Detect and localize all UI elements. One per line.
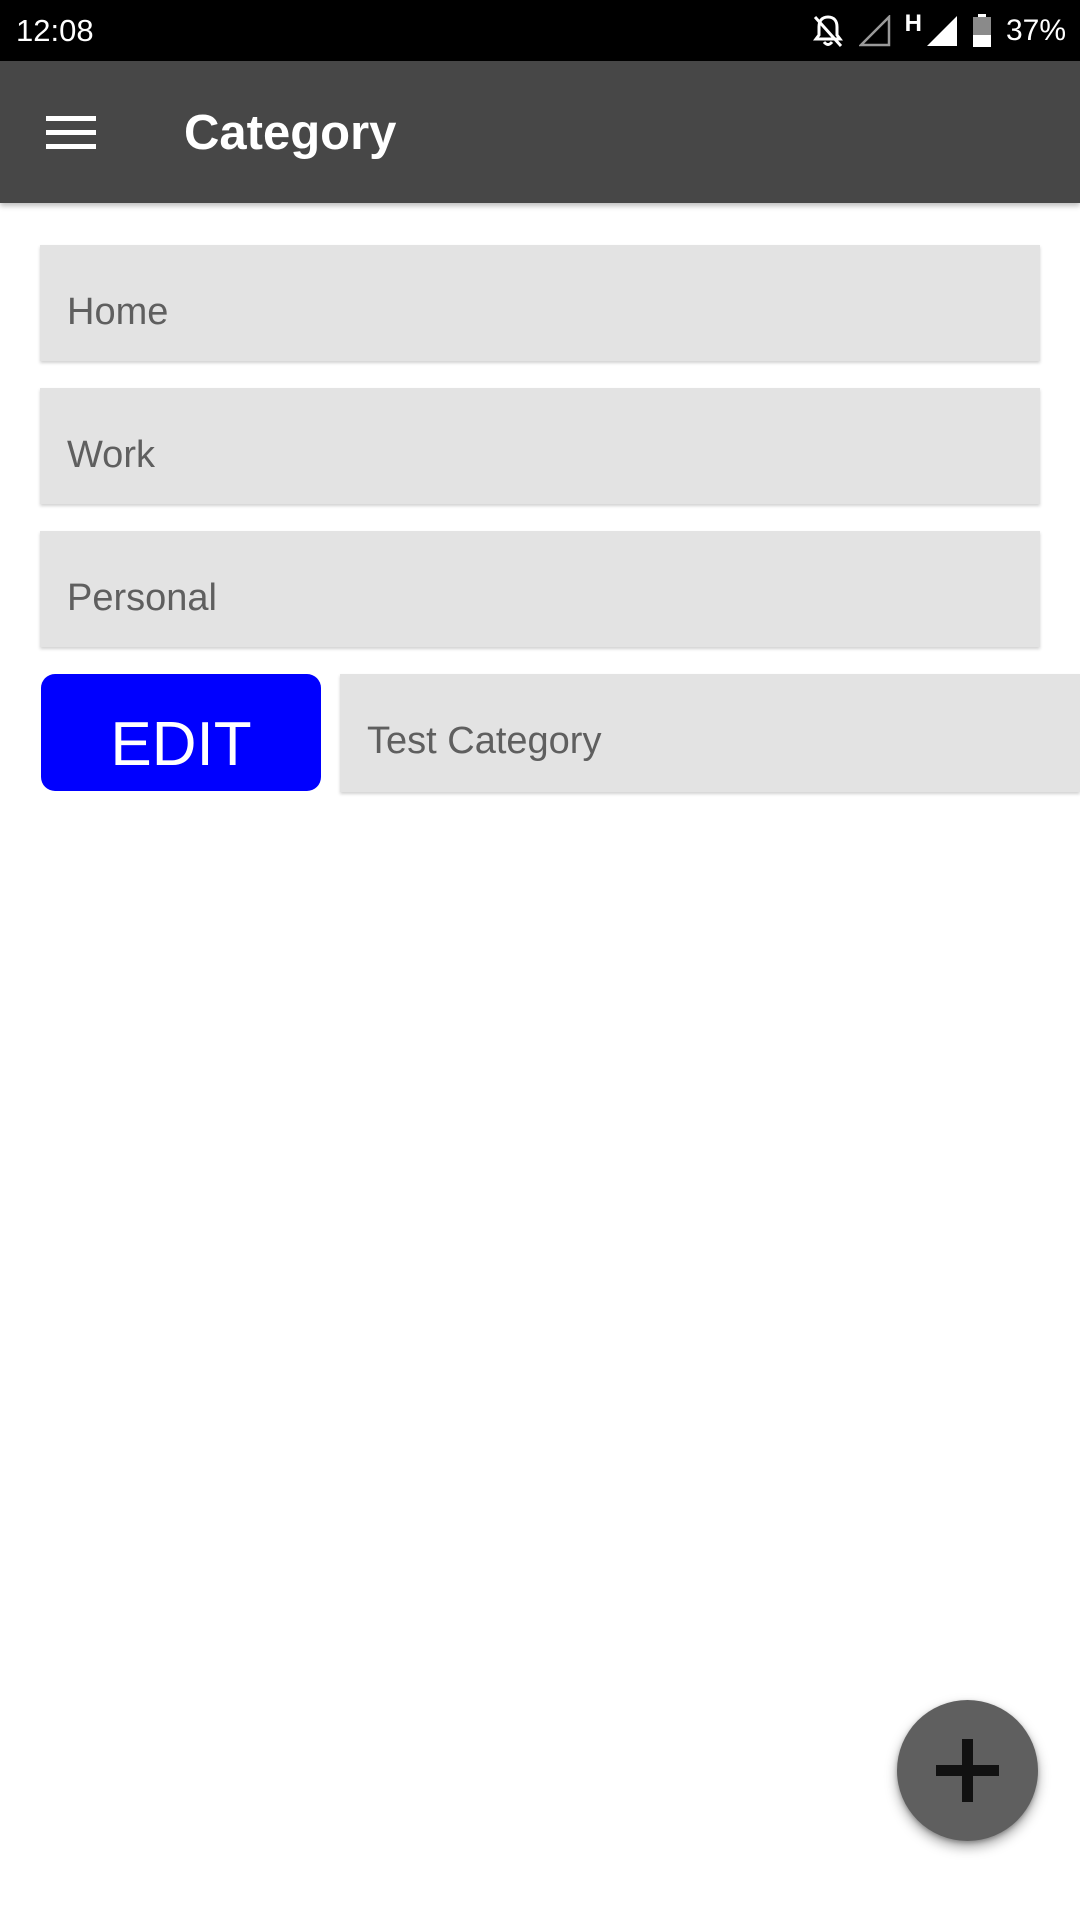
category-name-input[interactable]: [367, 674, 1067, 792]
edit-button[interactable]: EDIT: [41, 674, 321, 791]
battery-icon: [972, 14, 992, 48]
signal-full-icon: [926, 15, 958, 47]
list-item-work[interactable]: Work: [40, 388, 1040, 504]
add-category-button[interactable]: [897, 1700, 1038, 1841]
page-title: Category: [184, 106, 397, 160]
hamburger-menu-icon[interactable]: [46, 116, 96, 150]
list-item-personal[interactable]: Personal: [40, 531, 1040, 647]
signal-empty-icon: [858, 15, 891, 47]
list-item-label: Work: [67, 434, 155, 476]
status-icons: H 37%: [811, 10, 1066, 52]
network-type: H: [904, 10, 922, 37]
status-bar: 12:08 H 37%: [0, 0, 1080, 61]
category-name-field: [340, 674, 1080, 792]
list-item-label: Personal: [67, 577, 217, 619]
battery-percent: 37%: [1005, 14, 1066, 47]
bell-off-icon: [811, 13, 845, 49]
list-item-label: Home: [67, 291, 169, 333]
app-bar: Category: [0, 61, 1080, 203]
status-time: 12:08: [16, 13, 94, 48]
screen: 12:08 H 37% Category Home Work Personal …: [0, 0, 1080, 1920]
list-item-home[interactable]: Home: [40, 245, 1040, 361]
